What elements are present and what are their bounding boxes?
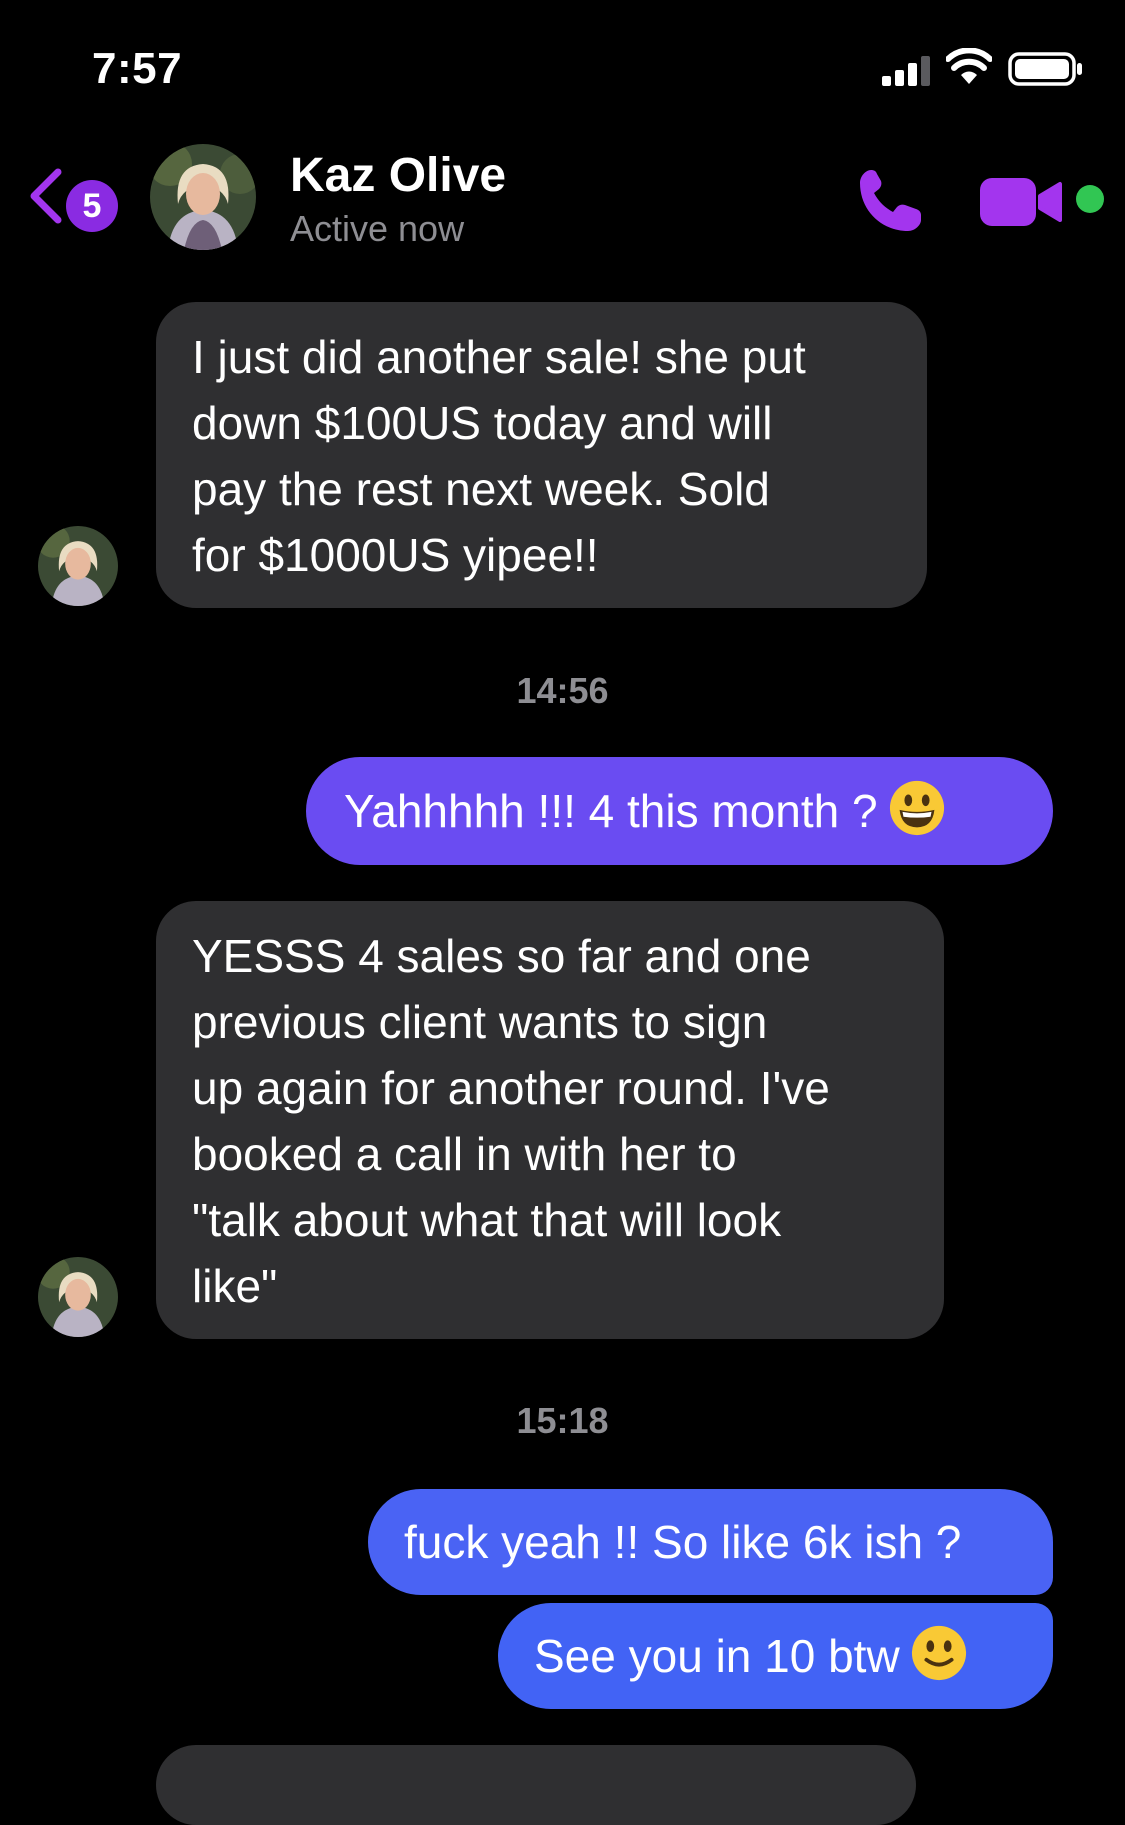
sender-avatar <box>38 1257 118 1337</box>
message-text: YESSS 4 sales so far and one previous cl… <box>192 930 830 1312</box>
message-text: Yahhhhh !!! 4 this month ? <box>344 785 878 837</box>
contact-name[interactable]: Kaz Olive <box>290 148 506 203</box>
grinning-face-emoji <box>889 780 944 836</box>
message-bubble-incoming[interactable]: YESSS 4 sales so far and one previous cl… <box>156 901 944 1339</box>
back-chevron-icon <box>30 168 62 224</box>
message-timestamp: 15:18 <box>516 1400 609 1441</box>
back-button[interactable]: 5 <box>24 160 124 232</box>
message-bubble-outgoing[interactable]: See you in 10 btw <box>498 1603 1053 1709</box>
voice-call-button[interactable] <box>855 166 925 236</box>
status-time: 7:57 <box>92 44 183 93</box>
slightly-smiling-face-emoji <box>911 1625 966 1681</box>
phone-icon <box>860 170 921 231</box>
unread-count-badge: 5 <box>66 180 118 232</box>
message-text: fuck yeah !! So like 6k ish ? <box>404 1516 962 1568</box>
sender-avatar <box>38 526 118 606</box>
status-bar: 7:57 <box>0 0 1125 120</box>
message-bubble-incoming[interactable]: I just did another sale! she put down $1… <box>156 302 927 608</box>
message-text: I just did another sale! she put down $1… <box>192 331 806 581</box>
video-call-button[interactable] <box>978 172 1064 232</box>
message-text: See you in 10 btw <box>534 1630 900 1682</box>
wifi-icon <box>946 48 992 84</box>
video-camera-icon <box>980 178 1062 226</box>
contact-avatar[interactable] <box>150 144 256 250</box>
battery-icon <box>1008 52 1082 86</box>
message-bubble-outgoing[interactable]: fuck yeah !! So like 6k ish ? <box>368 1489 1053 1595</box>
chat-header: 5 Kaz Olive Active now <box>0 130 1125 260</box>
contact-status: Active now <box>290 208 465 249</box>
message-bubble-incoming-partial[interactable] <box>156 1745 916 1825</box>
cellular-signal-icon <box>882 56 930 86</box>
online-dot <box>1076 185 1104 213</box>
message-timestamp: 14:56 <box>516 670 609 711</box>
message-bubble-outgoing[interactable]: Yahhhhh !!! 4 this month ? <box>306 757 1053 865</box>
